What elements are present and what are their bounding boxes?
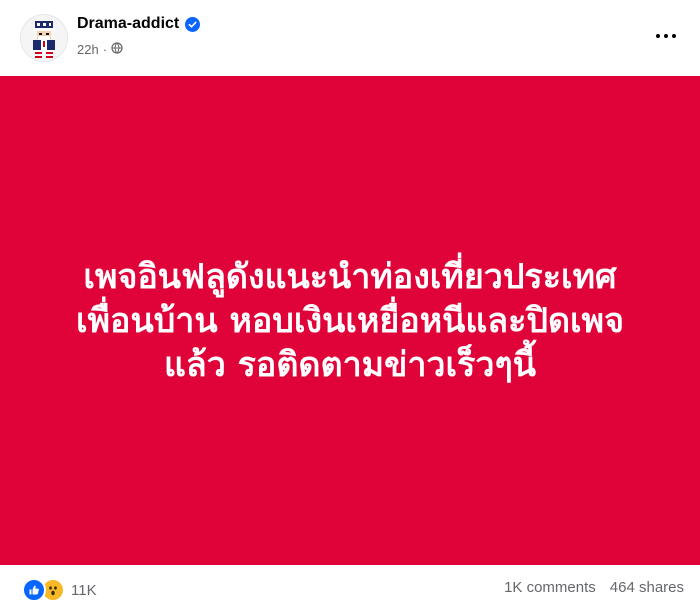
post-text-card: เพจอินฟลูดังแนะนำท่องเที่ยวประเทศ เพื่อน… [0, 76, 700, 565]
avatar-pixel-art-icon [21, 15, 67, 61]
more-options-icon[interactable] [648, 18, 684, 54]
author-name[interactable]: Drama-addict [77, 15, 179, 33]
globe-icon[interactable] [111, 42, 123, 57]
engagement-stats: 1K comments 464 shares [504, 579, 684, 596]
post-text-line: เพื่อนบ้าน หอบเงินเหยื่อหนีและปิดเพจ [76, 300, 624, 341]
author-row: Drama-addict [77, 15, 201, 33]
comments-count-link[interactable]: 1K comments [504, 579, 596, 596]
avatar[interactable] [20, 14, 68, 62]
post-text: เพจอินฟลูดังแนะนำท่องเที่ยวประเทศ เพื่อน… [40, 255, 660, 387]
facebook-post: Drama-addict 22h · เพจอินฟลูดังแนะนำท่อง… [0, 0, 700, 614]
post-meta: 22h · [77, 42, 123, 57]
post-header: Drama-addict 22h · [0, 0, 700, 76]
post-timestamp[interactable]: 22h [77, 42, 99, 57]
post-text-line: แล้ว รอติดตามข่าวเร็วๆนี้ [163, 344, 536, 385]
like-reaction-icon [22, 578, 46, 602]
verified-badge-icon [185, 16, 201, 32]
post-text-line: เพจอินฟลูดังแนะนำท่องเที่ยวประเทศ [83, 256, 617, 297]
post-footer: 11K 1K comments 464 shares [0, 565, 700, 614]
reactions-summary[interactable]: 11K [22, 578, 97, 602]
separator-dot: · [102, 42, 108, 57]
shares-count-link[interactable]: 464 shares [610, 579, 684, 596]
reaction-count: 11K [71, 581, 97, 599]
